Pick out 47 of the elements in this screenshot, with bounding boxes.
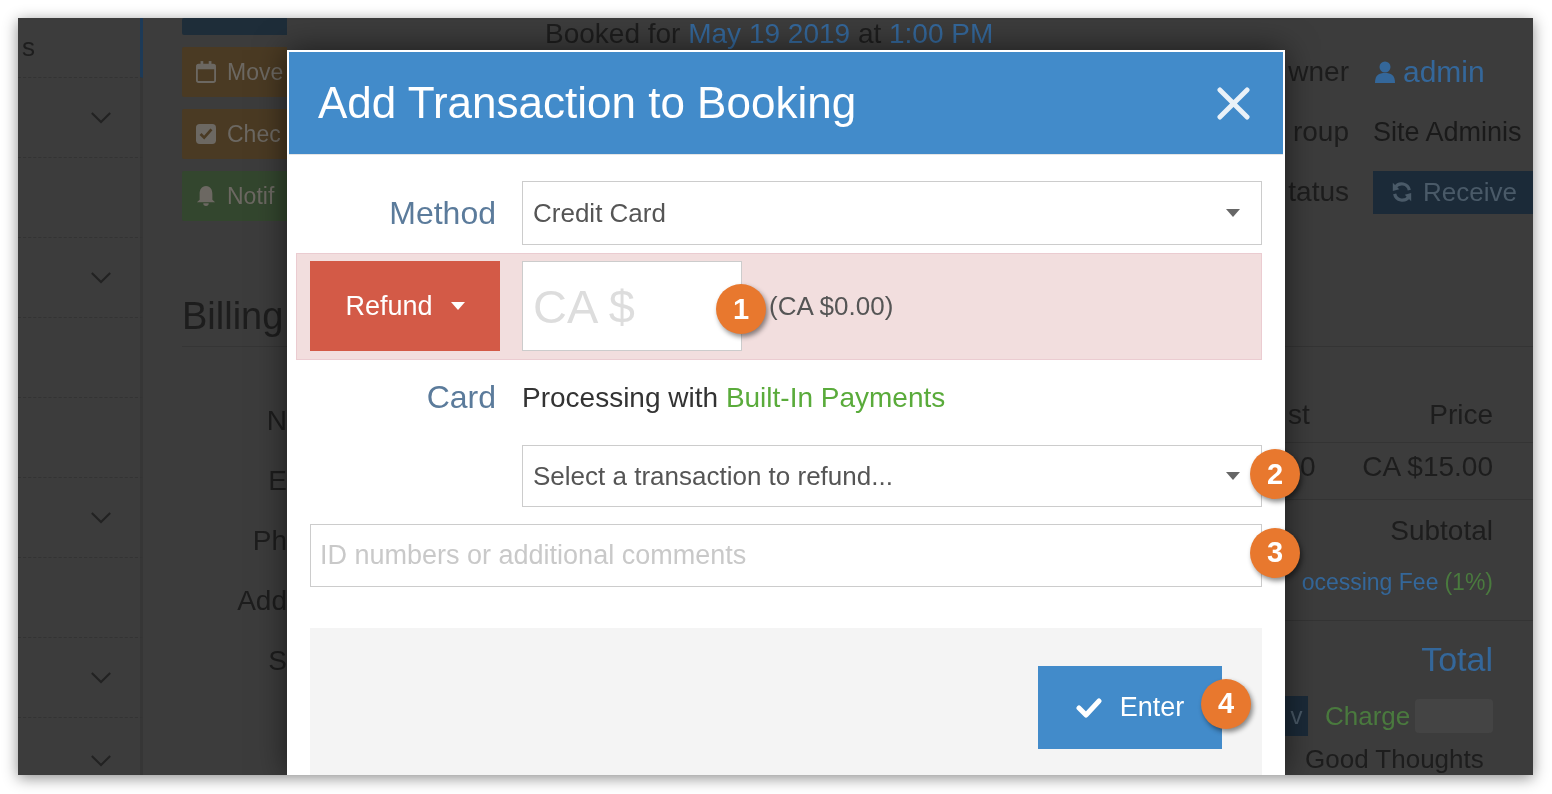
user-link[interactable]: admin — [1373, 55, 1485, 89]
balance-text: (CA $0.00) — [769, 290, 894, 322]
action-button[interactable]: Move — [182, 47, 287, 97]
chevron-down-icon — [90, 754, 112, 767]
field-label: Method — [389, 195, 496, 231]
chevron-down-icon — [90, 671, 112, 684]
caret-icon — [450, 302, 465, 310]
caret-icon — [1226, 209, 1240, 217]
processing-text: Processing with Built-In Payments — [522, 380, 946, 415]
sidebar-item[interactable] — [18, 558, 143, 638]
type-dropdown-button[interactable]: Refund — [310, 261, 500, 351]
action-button[interactable]: Notif — [182, 171, 287, 221]
heading-link[interactable]: 1:00 PM — [889, 18, 994, 49]
charge-link[interactable]: Charge — [1325, 700, 1411, 732]
action-button[interactable]: Chec — [182, 109, 287, 159]
transaction-select[interactable]: Select a transaction to refund... — [522, 445, 1262, 507]
sidebar-item[interactable] — [18, 238, 143, 318]
total-label: Total — [1421, 639, 1493, 679]
sidebar-item[interactable] — [18, 158, 143, 238]
fee-rate: (1%) — [1444, 568, 1493, 597]
sidebar-item[interactable] — [18, 318, 143, 398]
close-icon — [1217, 86, 1250, 120]
check-icon — [1075, 697, 1102, 718]
sidebar-item[interactable] — [18, 398, 143, 478]
dialog-title: Add Transaction to Booking — [318, 78, 857, 128]
chevron-down-icon — [90, 511, 112, 524]
close-button[interactable] — [1217, 86, 1250, 120]
sidebar-item[interactable] — [18, 638, 143, 718]
user-icon — [1375, 61, 1395, 83]
caret-icon — [1226, 472, 1240, 480]
sidebar-item[interactable] — [18, 78, 143, 158]
action-button[interactable] — [182, 18, 287, 35]
chevron-down-icon — [90, 271, 112, 284]
method-select[interactable]: Credit Card — [522, 181, 1262, 245]
callout-badge: 3 — [1250, 527, 1300, 578]
heading-link[interactable]: May 19 2019 — [688, 18, 851, 49]
field-label: Card — [426, 379, 496, 415]
chevron-down-icon — [90, 111, 112, 124]
calendar-icon — [196, 61, 216, 83]
fee-link[interactable]: ocessing Fee — [1301, 566, 1439, 598]
sidebar-item[interactable] — [18, 478, 143, 558]
checkbox-icon — [196, 124, 216, 144]
callout-badge: 2 — [1250, 449, 1300, 499]
refresh-icon — [1391, 181, 1413, 203]
callout-badge: 1 — [716, 284, 766, 334]
bell-icon — [196, 185, 216, 207]
provider-link[interactable]: Built-In Payments — [725, 381, 946, 413]
